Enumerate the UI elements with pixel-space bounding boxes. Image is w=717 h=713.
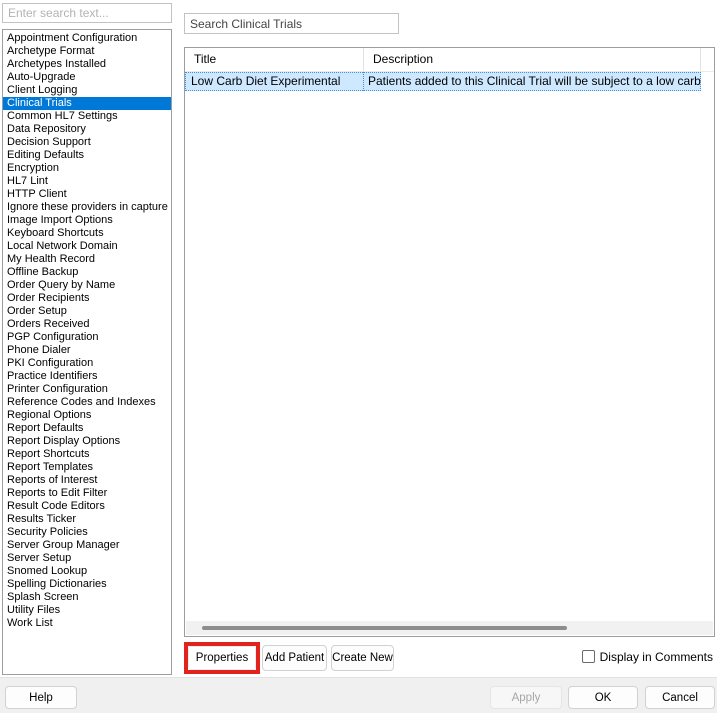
settings-list-item[interactable]: Utility Files <box>3 604 171 617</box>
settings-list-item[interactable]: PGP Configuration <box>3 331 171 344</box>
cancel-button[interactable]: Cancel <box>645 686 715 709</box>
column-header-title[interactable]: Title <box>185 48 364 71</box>
settings-list-item[interactable]: Phone Dialer <box>3 344 171 357</box>
settings-list-item[interactable]: Offline Backup <box>3 266 171 279</box>
settings-list-item[interactable]: Archetypes Installed <box>3 58 171 71</box>
search-input[interactable] <box>2 3 172 23</box>
settings-list-item[interactable]: Decision Support <box>3 136 171 149</box>
settings-list-item[interactable]: Work List <box>3 617 171 630</box>
settings-list-item[interactable]: Keyboard Shortcuts <box>3 227 171 240</box>
settings-list-item[interactable]: Security Policies <box>3 526 171 539</box>
settings-list-item[interactable]: Snomed Lookup <box>3 565 171 578</box>
settings-list-item[interactable]: Image Import Options <box>3 214 171 227</box>
create-new-button[interactable]: Create New <box>331 645 394 671</box>
column-header-description[interactable]: Description <box>364 48 701 71</box>
scrollbar-thumb[interactable] <box>202 626 567 630</box>
display-in-comments-label: Display in Comments <box>600 650 713 664</box>
clinical-trials-table: Title Description Low Carb Diet Experime… <box>184 47 715 637</box>
settings-list-item[interactable]: Result Code Editors <box>3 500 171 513</box>
settings-list-item[interactable]: Ignore these providers in capture <box>3 201 171 214</box>
settings-list-item[interactable]: Reports to Edit Filter <box>3 487 171 500</box>
settings-list-item[interactable]: PKI Configuration <box>3 357 171 370</box>
settings-list-item[interactable]: Practice Identifiers <box>3 370 171 383</box>
settings-list-item[interactable]: Report Defaults <box>3 422 171 435</box>
settings-list-item[interactable]: Server Group Manager <box>3 539 171 552</box>
properties-button[interactable]: Properties <box>188 646 256 670</box>
settings-list-item[interactable]: Client Logging <box>3 84 171 97</box>
annotation-highlight-box: Properties <box>184 642 260 674</box>
dialog-footer: Help Apply OK Cancel <box>0 677 717 713</box>
add-patient-button[interactable]: Add Patient <box>262 645 327 671</box>
settings-list-item[interactable]: Reports of Interest <box>3 474 171 487</box>
settings-list-item[interactable]: Splash Screen <box>3 591 171 604</box>
settings-list-item[interactable]: My Health Record <box>3 253 171 266</box>
settings-list-item[interactable]: Common HL7 Settings <box>3 110 171 123</box>
settings-list-item[interactable]: Archetype Format <box>3 45 171 58</box>
settings-list-item[interactable]: Report Display Options <box>3 435 171 448</box>
settings-list-item[interactable]: Order Recipients <box>3 292 171 305</box>
settings-list-item[interactable]: Reference Codes and Indexes <box>3 396 171 409</box>
trials-table-body: Low Carb Diet ExperimentalPatients added… <box>185 72 714 91</box>
settings-list-item[interactable]: Spelling Dictionaries <box>3 578 171 591</box>
settings-list-item[interactable]: Report Shortcuts <box>3 448 171 461</box>
settings-list-item[interactable]: Order Setup <box>3 305 171 318</box>
settings-list-item[interactable]: Editing Defaults <box>3 149 171 162</box>
apply-button[interactable]: Apply <box>490 686 562 709</box>
search-clinical-trials-input[interactable] <box>184 13 399 34</box>
settings-list-item[interactable]: Appointment Configuration <box>3 32 171 45</box>
horizontal-scrollbar[interactable] <box>186 621 713 635</box>
table-header: Title Description <box>185 48 714 72</box>
ok-button[interactable]: OK <box>568 686 638 709</box>
settings-list-item[interactable]: Server Setup <box>3 552 171 565</box>
display-in-comments-option[interactable]: Display in Comments <box>582 648 713 665</box>
help-button[interactable]: Help <box>5 686 77 709</box>
settings-list-item[interactable]: Encryption <box>3 162 171 175</box>
settings-list-item[interactable]: Results Ticker <box>3 513 171 526</box>
cell-title: Low Carb Diet Experimental <box>185 72 364 91</box>
table-row[interactable]: Low Carb Diet ExperimentalPatients added… <box>185 72 701 91</box>
settings-category-list[interactable]: Appointment ConfigurationArchetype Forma… <box>2 29 172 675</box>
settings-list-item[interactable]: HTTP Client <box>3 188 171 201</box>
settings-list-item[interactable]: Orders Received <box>3 318 171 331</box>
display-in-comments-checkbox[interactable] <box>582 650 595 663</box>
settings-list-item[interactable]: Report Templates <box>3 461 171 474</box>
settings-list-item[interactable]: Clinical Trials <box>3 97 171 110</box>
settings-list-item[interactable]: Local Network Domain <box>3 240 171 253</box>
settings-list-item[interactable]: Auto-Upgrade <box>3 71 171 84</box>
settings-list-item[interactable]: HL7 Lint <box>3 175 171 188</box>
settings-list-item[interactable]: Regional Options <box>3 409 171 422</box>
settings-list-item[interactable]: Data Repository <box>3 123 171 136</box>
settings-list-item[interactable]: Printer Configuration <box>3 383 171 396</box>
cell-description: Patients added to this Clinical Trial wi… <box>364 72 701 91</box>
settings-list-item[interactable]: Order Query by Name <box>3 279 171 292</box>
